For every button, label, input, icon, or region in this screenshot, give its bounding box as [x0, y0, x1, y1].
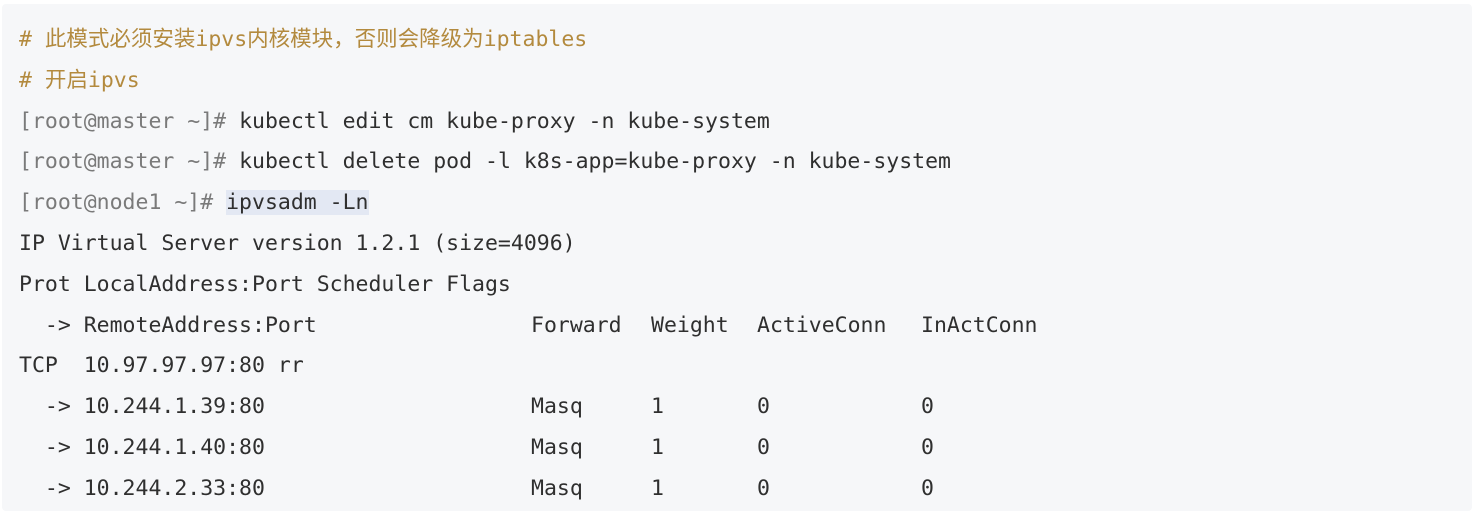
column-inactconn: InActConn	[921, 312, 1038, 338]
output-header-line: Prot LocalAddress:Port Scheduler Flags	[19, 271, 511, 297]
shell-command: kubectl delete pod -l k8s-app=kube-proxy…	[239, 149, 951, 175]
column-weight: Weight	[651, 312, 729, 338]
shell-command: kubectl edit cm kube-proxy -n kube-syste…	[239, 108, 770, 134]
forward-method: Masq	[531, 394, 583, 420]
active-conn-value: 0	[757, 434, 770, 460]
shell-prompt: [root@master ~]#	[19, 149, 240, 175]
column-remote-address: -> RemoteAddress:Port	[19, 312, 317, 338]
output-row: -> 10.244.1.40:80 Masq 1 0 0	[19, 428, 1472, 469]
weight-value: 1	[651, 394, 664, 420]
comment-line-1: # 此模式必须安装ipvs内核模块，否则会降级为iptables	[19, 27, 588, 52]
active-conn-value: 0	[757, 475, 770, 501]
real-server-address: -> 10.244.2.33:80	[19, 475, 265, 501]
forward-method: Masq	[531, 434, 583, 460]
output-row: -> 10.244.2.33:80 Masq 1 0 0	[19, 469, 1472, 510]
column-forward: Forward	[531, 312, 622, 338]
inact-conn-value: 0	[921, 475, 934, 501]
command-line-3: [root@node1 ~]# ipvsadm -Ln	[19, 183, 1472, 224]
shell-prompt: [root@node1 ~]#	[19, 190, 227, 216]
output-column-header: -> RemoteAddress:Port Forward Weight Active…	[19, 306, 1472, 347]
real-server-address: -> 10.244.1.39:80	[19, 394, 265, 420]
active-conn-value: 0	[757, 394, 770, 420]
command-line-2: [root@master ~]# kubectl delete pod -l k…	[19, 142, 1472, 183]
comment-line-2: # 开启ipvs	[19, 67, 140, 93]
inact-conn-value: 0	[921, 394, 934, 420]
code-block: # 此模式必须安装ipvs内核模块，否则会降级为iptables # 开启ipv…	[2, 4, 1472, 511]
forward-method: Masq	[531, 475, 583, 501]
output-service-line: TCP 10.97.97.97:80 rr	[19, 353, 304, 379]
column-activeconn: ActiveConn	[757, 312, 887, 338]
selected-command[interactable]: ipvsadm -Ln	[226, 190, 369, 216]
output-row: -> 10.244.1.39:80 Masq 1 0 0	[19, 387, 1472, 428]
command-line-1: [root@master ~]# kubectl edit cm kube-pr…	[19, 102, 1472, 143]
weight-value: 1	[651, 475, 664, 501]
shell-prompt: [root@master ~]#	[19, 108, 240, 134]
weight-value: 1	[651, 434, 664, 460]
inact-conn-value: 0	[921, 434, 934, 460]
real-server-address: -> 10.244.1.40:80	[19, 434, 265, 460]
output-version-line: IP Virtual Server version 1.2.1 (size=40…	[19, 230, 576, 256]
